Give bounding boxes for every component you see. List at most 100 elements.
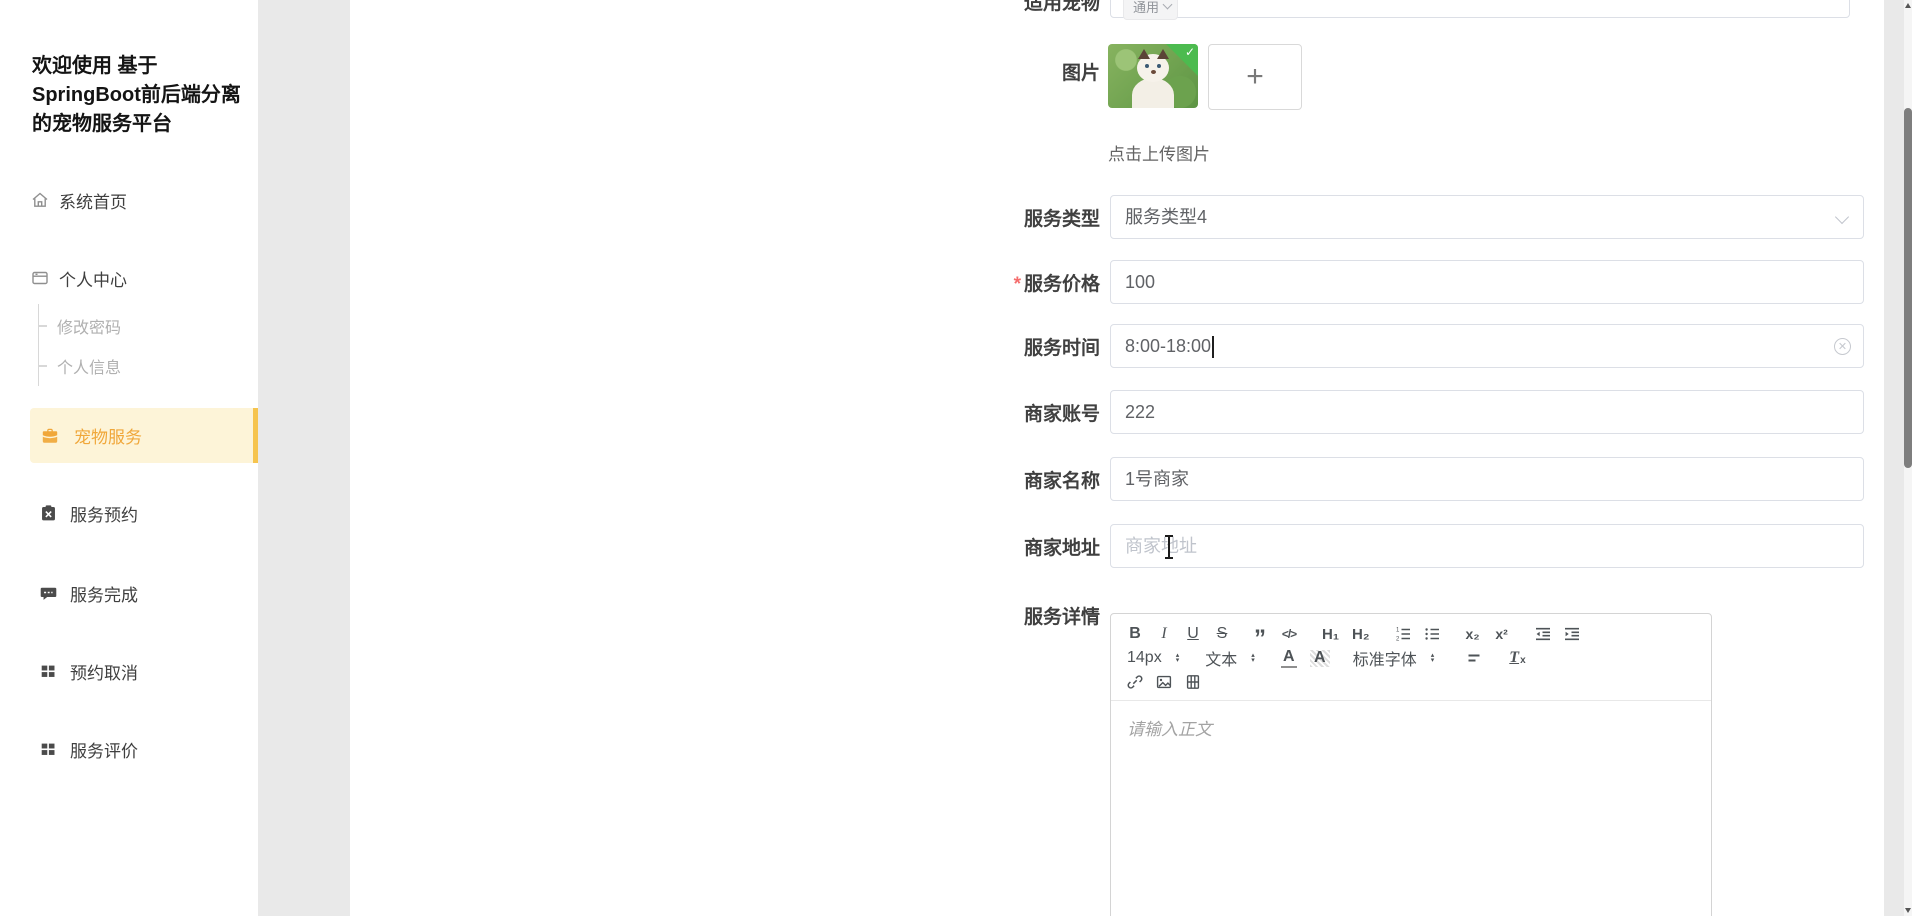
header2-button[interactable]: H₂ [1352, 624, 1370, 644]
merchant-name-value: 1号商家 [1125, 469, 1190, 489]
text-cursor [1212, 336, 1215, 359]
pet-type-select[interactable]: 通用 [1110, 0, 1850, 20]
italic-button[interactable]: I [1156, 624, 1172, 644]
highlight-color-button[interactable]: A [1309, 649, 1330, 667]
service-type-label: 服务类型 [1023, 209, 1100, 230]
editor-placeholder: 请输入正文 [1127, 720, 1212, 739]
app-window: 欢迎使用 基于 SpringBoot前后端分离 的宠物服务平台 系统首页 个人中… [0, 0, 1912, 916]
scroll-up-arrow-icon[interactable] [1905, 3, 1911, 8]
insert-image-button[interactable] [1156, 672, 1172, 692]
merchant-address-input[interactable]: 商家地址 [1110, 524, 1864, 568]
panel-icon [30, 268, 50, 288]
toolbar-row-2: 14px ▴ ▾ 文本 ▴ ▾ A A 标准字体 ▴ ▾ T x [1127, 646, 1695, 670]
outdent-button[interactable] [1535, 624, 1551, 644]
submenu-guide-line [38, 304, 39, 386]
code-block-button[interactable]: </> [1281, 624, 1297, 644]
check-icon: ✓ [1184, 45, 1195, 59]
sidebar-item-service-review[interactable]: 服务评价 [0, 722, 258, 776]
cat-photo [1132, 78, 1174, 108]
updown-icon: ▴ ▾ [1251, 652, 1255, 664]
service-time-input[interactable]: 8:00-18:00 ✕ [1110, 324, 1864, 368]
insert-video-button[interactable] [1185, 672, 1201, 692]
service-edit-form: 适用宠物 通用 图片 ✓ + 点击上传图片 服务类型 服务类型4 * 服务价格 … [350, 0, 1884, 916]
sidebar-item-personal-info[interactable]: 个人信息 [57, 349, 257, 383]
blockquote-button[interactable]: ” [1252, 627, 1268, 651]
sidebar-item-label: 个人中心 [59, 270, 127, 290]
service-time-value: 8:00-18:00 [1125, 336, 1212, 356]
line-height-button[interactable] [1466, 648, 1482, 668]
merchant-account-label: 商家账号 [1023, 404, 1100, 425]
grid-icon [38, 661, 58, 681]
clear-format-button[interactable]: Tx [1509, 648, 1525, 668]
ordered-list-button[interactable]: 1 2 [1395, 624, 1411, 644]
sidebar-item-service-booking[interactable]: 服务预约 [0, 486, 258, 540]
superscript-button[interactable]: x² [1494, 624, 1510, 644]
page-background-right [1884, 0, 1904, 916]
pet-type-tag-label: 通用 [1133, 0, 1160, 15]
toolbar-row-3 [1127, 670, 1695, 694]
updown-icon: ▴ ▾ [1175, 652, 1180, 664]
home-icon [30, 190, 50, 210]
pet-type-tag[interactable]: 通用 [1123, 0, 1179, 20]
indent-button[interactable] [1564, 624, 1580, 644]
mouse-ibeam-cursor [1165, 535, 1173, 559]
title-line-3: 的宠物服务平台 [32, 113, 172, 135]
sidebar-item-pet-service[interactable]: 宠物服务 [30, 408, 258, 463]
updown-icon: ▴ ▾ [1430, 652, 1435, 664]
sidebar-item-booking-cancel[interactable]: 预约取消 [0, 644, 258, 698]
merchant-name-input[interactable]: 1号商家 [1110, 457, 1864, 501]
font-size-select[interactable]: 14px ▴ ▾ [1127, 649, 1179, 667]
merchant-account-value: 222 [1125, 402, 1156, 422]
editor-toolbar: B I U S ” </> H₁ H₂ 1 2 x₂ x² 14px ▴ ▾ 文… [1111, 614, 1711, 701]
font-color-button[interactable]: A [1280, 648, 1297, 668]
upload-hint: 点击上传图片 [1108, 145, 1210, 164]
sidebar-item-label: 服务评价 [70, 741, 138, 761]
editor-content-area[interactable]: 请输入正文 [1111, 701, 1711, 754]
underline-button[interactable]: U [1185, 624, 1201, 644]
clipboard-x-icon [38, 503, 58, 523]
font-family-select[interactable]: 标准字体 ▴ ▾ [1353, 646, 1435, 670]
clear-icon[interactable]: ✕ [1834, 338, 1851, 355]
sidebar-item-label: 服务预约 [70, 505, 138, 525]
scrollbar-thumb[interactable] [1904, 108, 1912, 468]
heading-select[interactable]: 文本 ▴ ▾ [1205, 646, 1255, 670]
upload-image-button[interactable]: + [1208, 44, 1302, 110]
bullet-list-button[interactable] [1424, 624, 1440, 644]
sidebar-item-label: 服务完成 [70, 585, 138, 605]
sidebar-item-label: 宠物服务 [74, 428, 142, 447]
sidebar-item-change-password[interactable]: 修改密码 [57, 309, 257, 343]
uploaded-image-thumbnail[interactable]: ✓ [1108, 44, 1198, 108]
service-type-value: 服务类型4 [1125, 207, 1208, 227]
sidebar-item-service-complete[interactable]: 服务完成 [0, 566, 258, 620]
required-asterisk: * [1013, 274, 1021, 295]
service-time-label: 服务时间 [1023, 338, 1100, 359]
sidebar-item-home[interactable]: 系统首页 [0, 173, 258, 227]
vertical-scrollbar[interactable] [1904, 0, 1912, 916]
service-type-select[interactable]: 服务类型4 [1110, 195, 1864, 239]
service-price-value: 100 [1125, 272, 1156, 292]
rich-text-editor: B I U S ” </> H₁ H₂ 1 2 x₂ x² 14px ▴ ▾ 文… [1110, 613, 1712, 916]
service-price-input[interactable]: 100 [1110, 260, 1864, 304]
toolbar-row-1: B I U S ” </> H₁ H₂ 1 2 x₂ x² [1127, 622, 1695, 651]
merchant-address-label: 商家地址 [1023, 538, 1100, 559]
scroll-down-arrow-icon[interactable] [1905, 908, 1911, 913]
strikethrough-button[interactable]: S [1214, 624, 1230, 644]
submenu-guide-dash [38, 325, 47, 327]
title-line-1: 欢迎使用 基于 [32, 55, 158, 77]
page-background-left [258, 0, 350, 916]
sidebar-item-personal-center[interactable]: 个人中心 [0, 251, 258, 305]
subscript-button[interactable]: x₂ [1465, 624, 1481, 644]
submenu-guide-dash [38, 365, 47, 367]
header1-button[interactable]: H₁ [1322, 624, 1339, 644]
plus-icon: + [1246, 60, 1264, 93]
chevron-down-icon [1834, 209, 1850, 225]
grid-icon [38, 739, 58, 759]
bold-button[interactable]: B [1127, 624, 1143, 644]
title-line-2: SpringBoot前后端分离 [32, 84, 241, 106]
sidebar-subitem-label: 修改密码 [57, 320, 122, 337]
insert-link-button[interactable] [1127, 672, 1143, 692]
sidebar-item-label: 预约取消 [70, 663, 138, 683]
pet-type-label: 适用宠物 [1023, 0, 1100, 14]
merchant-account-input[interactable]: 222 [1110, 390, 1864, 434]
service-detail-label: 服务详情 [1023, 607, 1100, 628]
